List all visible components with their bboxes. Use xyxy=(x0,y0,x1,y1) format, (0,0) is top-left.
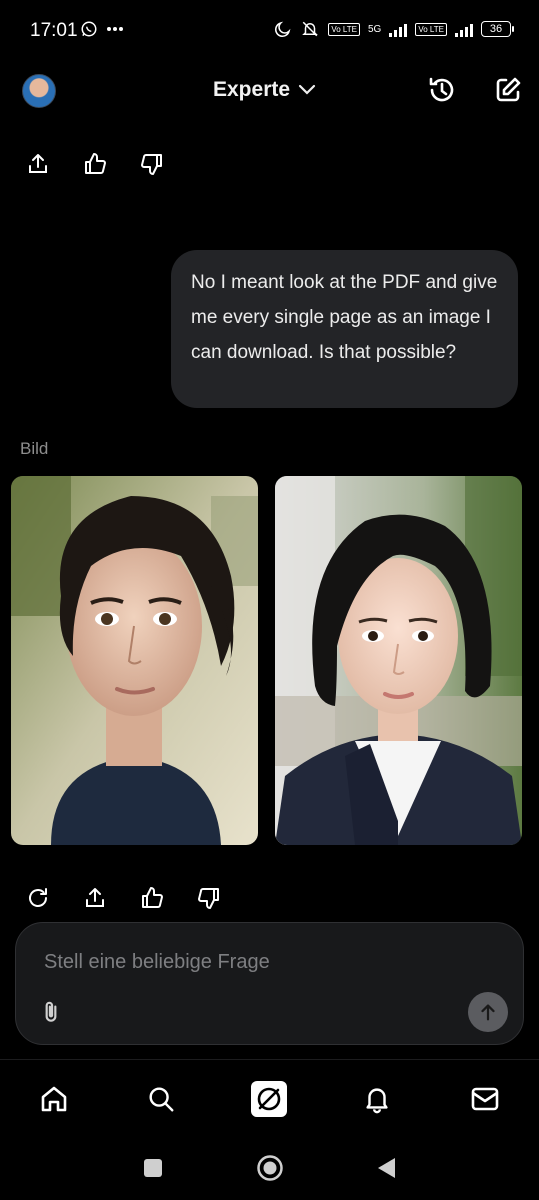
chat-header: Experte xyxy=(0,64,539,120)
mode-label: Experte xyxy=(213,78,291,101)
signal-icon-1 xyxy=(389,21,408,37)
grok-icon xyxy=(251,1081,287,1117)
response-actions-top xyxy=(24,150,195,178)
system-nav-bar xyxy=(0,1142,539,1192)
home-icon xyxy=(41,1086,67,1112)
thumbs-down-icon xyxy=(141,154,162,175)
bottom-nav xyxy=(0,1074,539,1124)
send-button[interactable] xyxy=(468,992,508,1032)
share-button-bottom[interactable] xyxy=(81,884,109,912)
portrait-woman-short-hair xyxy=(275,476,522,845)
status-bar: 17:01 Vo LTE 5G Vo LTE 36 xyxy=(0,0,539,64)
thumbs-down-icon xyxy=(198,888,219,909)
signal-icon-2 xyxy=(455,21,473,37)
like-button-bottom[interactable] xyxy=(138,884,166,912)
history-button[interactable] xyxy=(426,74,458,106)
recents-button[interactable] xyxy=(143,1158,163,1183)
user-message-bubble: No I meant look at the PDF and give me e… xyxy=(171,250,518,408)
portrait-woman-curly-hair xyxy=(11,476,258,845)
generated-image-1[interactable] xyxy=(11,476,258,845)
home-system-button[interactable] xyxy=(256,1154,284,1187)
more-dots-icon xyxy=(107,27,123,31)
mode-selector[interactable]: Experte xyxy=(213,78,316,102)
avatar[interactable] xyxy=(22,74,56,108)
volte-badge-2: Vo LTE xyxy=(415,22,447,36)
generated-image-2[interactable] xyxy=(275,476,522,845)
search-icon xyxy=(149,1087,174,1112)
volte-badge-1: Vo LTE xyxy=(328,22,360,36)
home-circle-icon xyxy=(257,1155,283,1181)
network-label: 5G xyxy=(368,23,382,35)
paperclip-icon xyxy=(45,1001,57,1022)
share-icon xyxy=(86,888,104,907)
regenerate-button[interactable] xyxy=(24,884,52,912)
recents-icon xyxy=(144,1159,162,1177)
nav-grok[interactable] xyxy=(250,1080,288,1118)
chevron-down-icon xyxy=(298,84,316,95)
notifications-icon xyxy=(366,1088,388,1114)
arrow-up-icon xyxy=(481,1004,495,1021)
messages-icon xyxy=(471,1087,499,1111)
like-button[interactable] xyxy=(81,150,109,178)
status-system-icons: Vo LTE 5G Vo LTE 36 xyxy=(274,20,514,38)
history-icon xyxy=(429,77,454,102)
chat-input[interactable] xyxy=(42,945,486,979)
regenerate-icon xyxy=(29,888,47,907)
new-chat-button[interactable] xyxy=(492,74,524,106)
battery-icon: 36 xyxy=(481,21,514,37)
nav-notifications[interactable] xyxy=(358,1080,396,1118)
status-notification-icons xyxy=(80,20,124,38)
moon-icon xyxy=(275,21,291,37)
whatsapp-icon xyxy=(81,21,97,37)
nav-divider xyxy=(0,1059,539,1060)
nav-search[interactable] xyxy=(142,1080,180,1118)
response-actions-bottom xyxy=(24,884,252,912)
image-caption: Bild xyxy=(20,439,49,458)
back-icon xyxy=(378,1158,395,1178)
share-button[interactable] xyxy=(24,150,52,178)
compose-icon xyxy=(496,77,521,102)
back-button[interactable] xyxy=(375,1156,397,1185)
dislike-button[interactable] xyxy=(138,150,166,178)
thumbs-up-icon xyxy=(85,153,106,174)
nav-messages[interactable] xyxy=(466,1080,504,1118)
dislike-button-bottom[interactable] xyxy=(195,884,223,912)
share-icon xyxy=(29,154,47,173)
status-time: 17:01 xyxy=(30,20,78,41)
composer xyxy=(15,922,524,1045)
thumbs-up-icon xyxy=(142,887,163,908)
app-screen: 17:01 Vo LTE 5G Vo LTE 36 Experte No I m… xyxy=(0,0,539,1200)
attach-button[interactable] xyxy=(38,999,66,1027)
nav-home[interactable] xyxy=(35,1080,73,1118)
silent-bell-icon xyxy=(302,21,319,37)
